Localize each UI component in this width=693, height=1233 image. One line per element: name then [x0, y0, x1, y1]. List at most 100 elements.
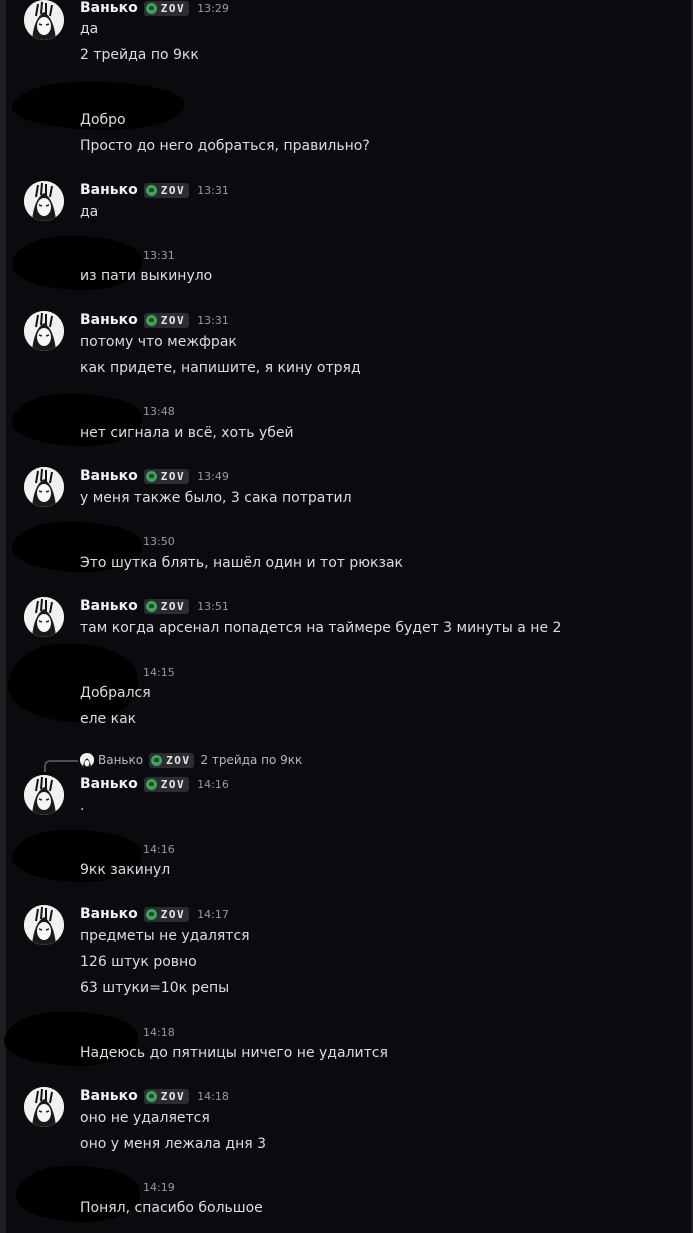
clan-tag[interactable]: ZOV	[149, 752, 195, 768]
clan-tag-text: ZOV	[160, 907, 186, 921]
reply-reference[interactable]: Ванько ZOV 2 трейда по 9кк	[42, 752, 302, 768]
message-header: Ванько ZOV 14:16	[80, 775, 229, 793]
username[interactable]: Ванько	[80, 468, 138, 484]
message-header: 14:15	[143, 663, 175, 681]
message-header: 13:31	[143, 246, 175, 264]
timestamp: 13:50	[143, 534, 175, 548]
reply-username[interactable]: Ванько	[98, 753, 143, 767]
avatar[interactable]	[24, 0, 64, 40]
timestamp: 14:16	[197, 777, 229, 791]
message-text: 2 трейда по 9кк	[80, 47, 199, 63]
username[interactable]: Ванько	[80, 0, 138, 16]
avatar[interactable]	[24, 311, 64, 351]
message-header: Ванько ZOV 13:31	[80, 311, 229, 329]
message-header: Ванько ZOV 13:49	[80, 467, 229, 485]
clan-tag-text: ZOV	[160, 599, 186, 613]
skull-icon	[145, 314, 157, 326]
clan-tag-text: ZOV	[160, 183, 186, 197]
avatar[interactable]	[24, 1087, 64, 1127]
message-text: 9кк закинул	[80, 862, 171, 878]
username[interactable]: Ванько	[80, 1088, 138, 1104]
message-header: Ванько ZOV 13:31	[80, 181, 229, 199]
message-text: оно у меня лежала дня 3	[80, 1136, 267, 1152]
timestamp: 13:51	[197, 599, 229, 613]
avatar[interactable]	[24, 775, 64, 815]
clan-tag[interactable]: ZOV	[143, 312, 190, 328]
skull-icon	[151, 754, 163, 766]
clan-tag-text: ZOV	[160, 777, 186, 791]
skull-icon	[145, 908, 157, 920]
message-text: нет сигнала и всё, хоть убей	[80, 425, 294, 441]
message-header: Ванько ZOV 13:29	[80, 0, 229, 17]
timestamp: 13:29	[197, 1, 229, 15]
message-header: 13:50	[143, 532, 175, 550]
clan-tag[interactable]: ZOV	[143, 0, 190, 16]
clan-tag[interactable]: ZOV	[143, 182, 190, 198]
skull-icon	[145, 2, 157, 14]
reply-text[interactable]: 2 трейда по 9кк	[200, 753, 302, 767]
message-text: Это шутка блять, нашёл один и тот рюкзак	[80, 555, 403, 571]
clan-tag[interactable]: ZOV	[143, 598, 190, 614]
clan-tag-text: ZOV	[160, 1, 186, 15]
clan-tag[interactable]: ZOV	[143, 906, 190, 922]
message-text: 126 штук ровно	[80, 954, 197, 970]
avatar[interactable]	[24, 905, 64, 945]
message-text: у меня также было, 3 сака потратил	[80, 490, 352, 506]
timestamp: 14:19	[143, 1180, 175, 1194]
timestamp: 13:49	[197, 469, 229, 483]
clan-tag[interactable]: ZOV	[143, 776, 190, 792]
message-text: Понял, спасибо большое	[80, 1200, 263, 1216]
message-text: 63 штуки=10к репы	[80, 980, 230, 996]
timestamp: 13:31	[197, 183, 229, 197]
avatar[interactable]	[24, 597, 64, 637]
skull-icon	[145, 470, 157, 482]
message-text: да	[80, 21, 99, 37]
message-text: потому что межфрак	[80, 334, 237, 350]
message-text: .	[80, 798, 85, 814]
message-header: 14:19	[143, 1178, 175, 1196]
clan-tag-text: ZOV	[166, 753, 191, 767]
window-border-left	[0, 0, 6, 1233]
timestamp: 14:18	[197, 1089, 229, 1103]
message-header: Ванько ZOV 14:18	[80, 1087, 229, 1105]
username[interactable]: Ванько	[80, 598, 138, 614]
message-text: оно не удаляется	[80, 1110, 210, 1126]
avatar[interactable]	[24, 467, 64, 507]
clan-tag[interactable]: ZOV	[143, 468, 190, 484]
skull-icon	[145, 600, 157, 612]
message-text: там когда арсенал попадется на таймере б…	[80, 620, 562, 636]
skull-icon	[145, 778, 157, 790]
message-header: 14:16	[143, 840, 175, 858]
clan-tag-text: ZOV	[160, 313, 186, 327]
message-text: предметы не удалятся	[80, 928, 250, 944]
message-text: Просто до него добраться, правильно?	[80, 138, 370, 154]
timestamp: 14:17	[197, 907, 229, 921]
reply-avatar	[80, 753, 94, 767]
message-header: Ванько ZOV 14:17	[80, 905, 229, 923]
username[interactable]: Ванько	[80, 312, 138, 328]
avatar[interactable]	[24, 181, 64, 221]
message-text: да	[80, 204, 99, 220]
message-header: 14:18	[143, 1023, 175, 1041]
message-text: Добро	[80, 112, 126, 128]
username[interactable]: Ванько	[80, 182, 138, 198]
message-text: из пати выкинуло	[80, 268, 213, 284]
message-text: Добрался	[80, 685, 151, 701]
message-text: еле как	[80, 711, 137, 727]
skull-icon	[145, 1090, 157, 1102]
clan-tag-text: ZOV	[160, 1089, 186, 1103]
username[interactable]: Ванько	[80, 776, 138, 792]
username[interactable]: Ванько	[80, 906, 138, 922]
message-header: Ванько ZOV 13:51	[80, 597, 229, 615]
skull-icon	[145, 184, 157, 196]
message-header: 13:48	[143, 402, 175, 420]
timestamp: 13:31	[197, 313, 229, 327]
message-text: как придете, напишите, я кину отряд	[80, 360, 361, 376]
message-text: Надеюсь до пятницы ничего не удалится	[80, 1045, 388, 1061]
timestamp: 14:18	[143, 1025, 175, 1039]
timestamp: 14:15	[143, 665, 175, 679]
clan-tag-text: ZOV	[160, 469, 186, 483]
timestamp: 13:48	[143, 404, 175, 418]
clan-tag[interactable]: ZOV	[143, 1088, 190, 1104]
timestamp: 13:31	[143, 248, 175, 262]
